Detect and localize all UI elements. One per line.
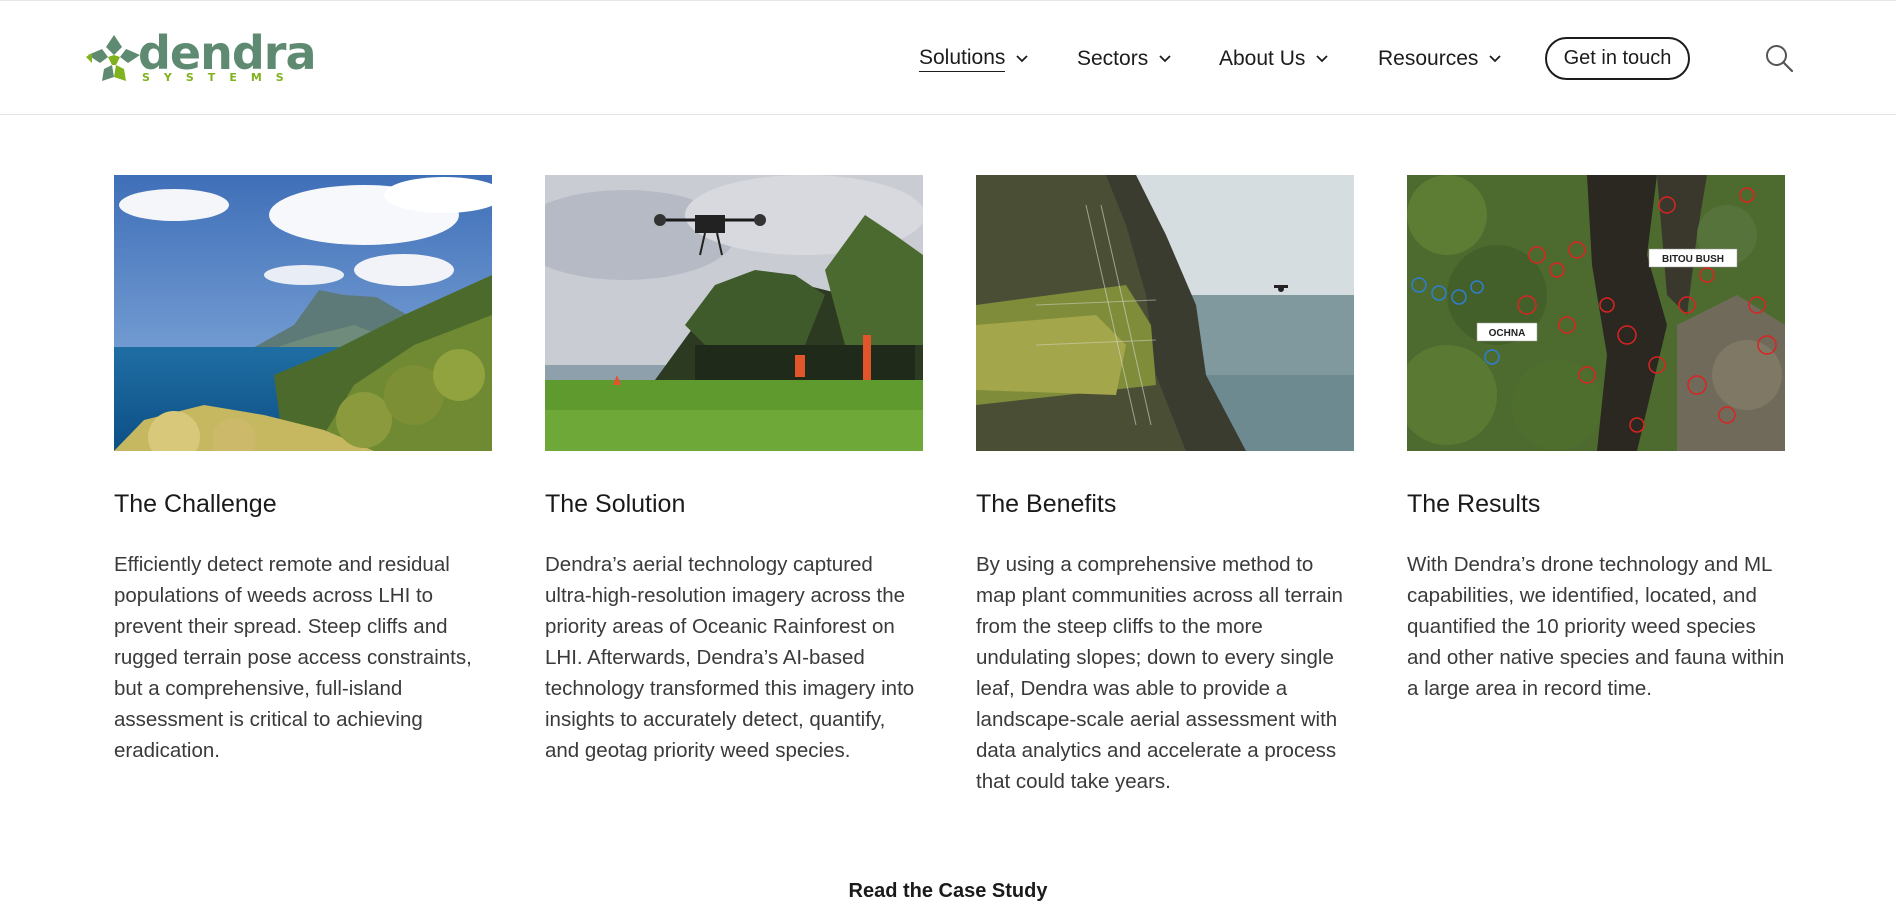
nav-item-label: Sectors: [1077, 47, 1149, 70]
dendra-logo[interactable]: dendra SYSTEMS: [86, 26, 317, 87]
challenge-card: The Challenge Efficiently detect remote …: [114, 175, 492, 766]
nav-item-label: Resources: [1378, 47, 1479, 70]
search-icon[interactable]: [1764, 43, 1794, 73]
card-body: With Dendra’s drone technology and ML ca…: [1407, 553, 1785, 700]
chevron-down-icon: [1489, 55, 1502, 63]
drone-rainforest-image: [545, 175, 923, 451]
nav-item-sectors[interactable]: Sectors: [1077, 41, 1172, 77]
site-header: dendra SYSTEMS Solutions Sectors About U…: [0, 0, 1896, 115]
solution-card: The Solution Dendra’s aerial technology …: [545, 175, 923, 766]
bitou-bush-label: BITOU BUSH: [1662, 254, 1724, 265]
dendra-leaf-mark-icon: [86, 35, 140, 81]
chevron-down-icon: [1159, 55, 1171, 63]
ochna-label: OCHNA: [1489, 328, 1526, 339]
results-card: BITOU BUSH OCHNA The Results With Dendra…: [1407, 175, 1785, 704]
chevron-down-icon: [1316, 55, 1329, 63]
card-title: The Challenge: [114, 490, 277, 518]
benefits-card: The Benefits By using a comprehensive me…: [976, 175, 1354, 797]
nav-item-label: About Us: [1219, 47, 1306, 70]
nav-item-about-us[interactable]: About Us: [1219, 41, 1329, 77]
card-title: The Results: [1407, 490, 1541, 518]
get-in-touch-button[interactable]: Get in touch: [1545, 37, 1690, 80]
read-case-study-link[interactable]: Read the Case Study: [0, 880, 1896, 902]
card-title: The Solution: [545, 490, 686, 518]
card-title: The Benefits: [976, 490, 1117, 518]
nav-item-resources[interactable]: Resources: [1378, 41, 1502, 77]
annotated-aerial-map-image: BITOU BUSH OCHNA: [1407, 175, 1785, 451]
nav-item-label: Solutions: [919, 46, 1006, 72]
coastal-landscape-image: [114, 175, 492, 451]
chevron-down-icon: [1016, 55, 1029, 63]
card-body: Dendra’s aerial technology captured ultr…: [545, 553, 915, 762]
brand-tagline: SYSTEMS: [142, 71, 298, 84]
nav-item-solutions[interactable]: Solutions: [919, 41, 1029, 77]
drone-cliff-image: [976, 175, 1354, 451]
card-body: By using a comprehensive method to map p…: [976, 553, 1343, 793]
card-body: Efficiently detect remote and residual p…: [114, 553, 472, 762]
